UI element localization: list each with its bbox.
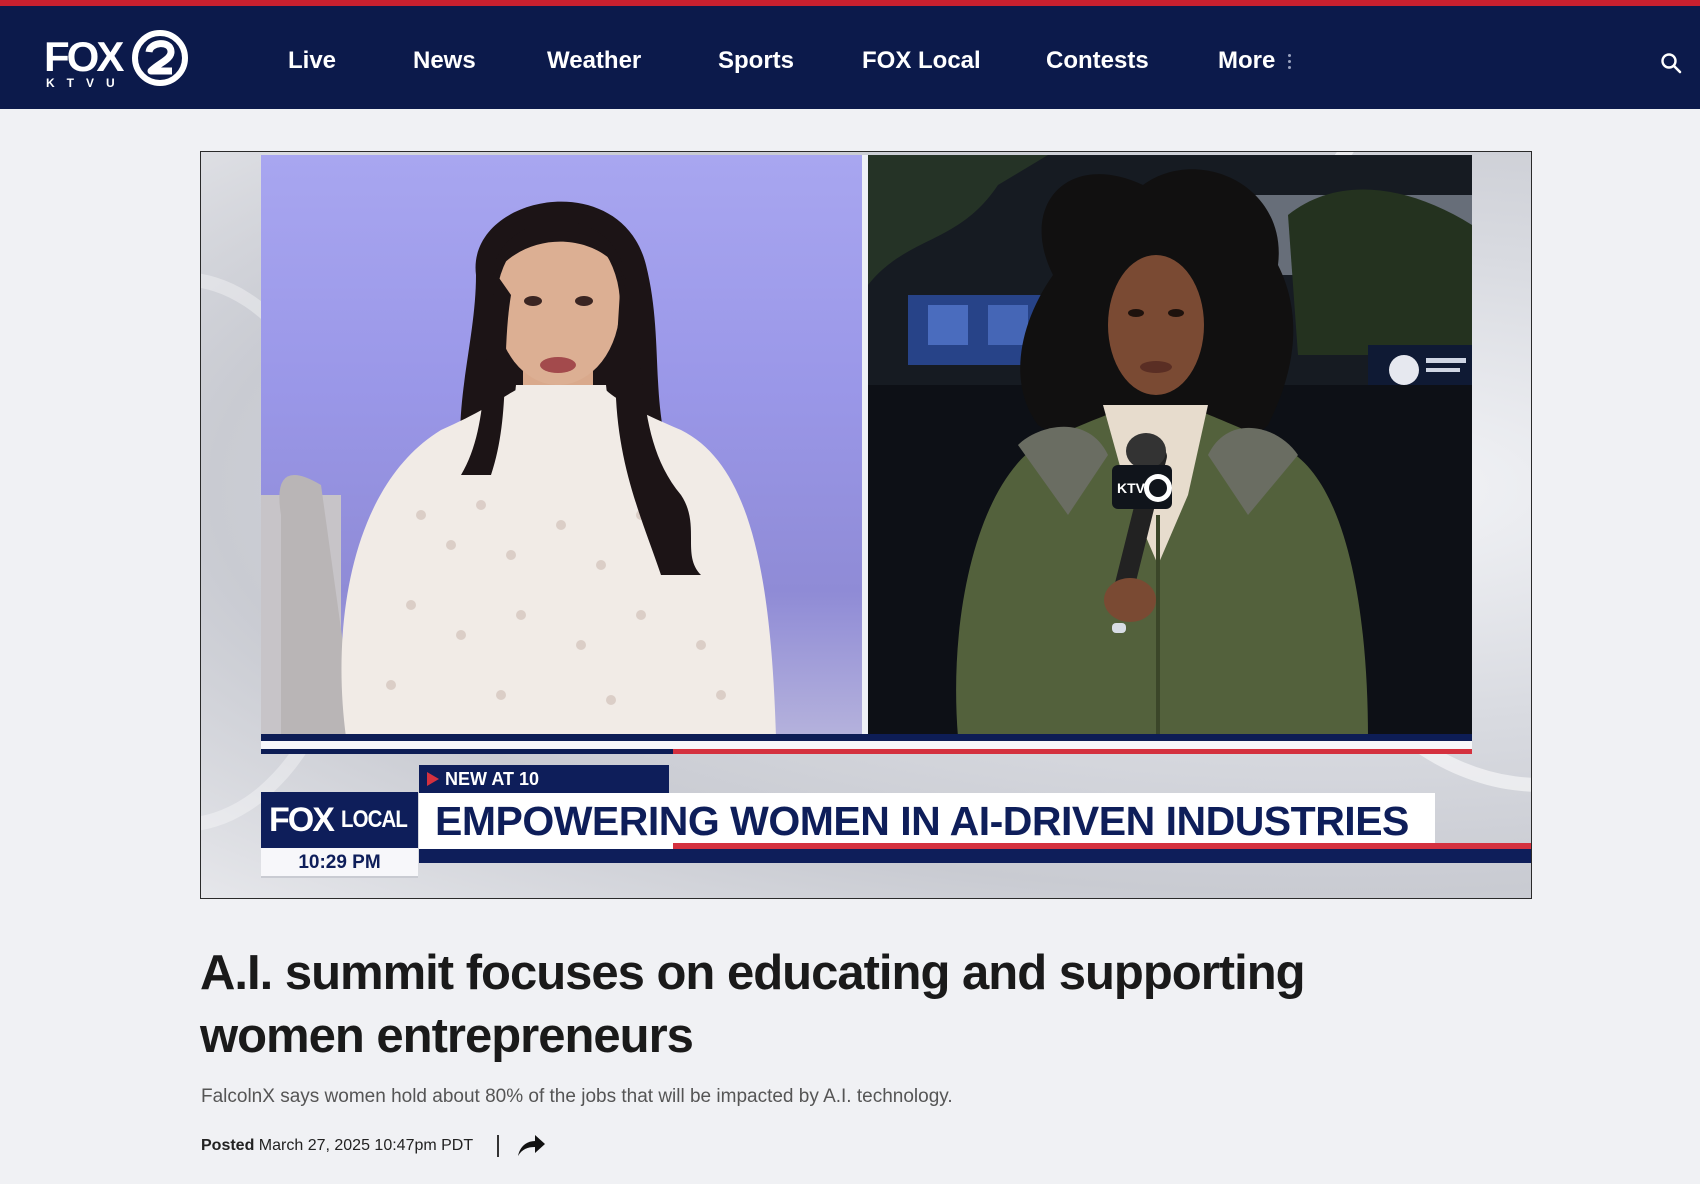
nav-more[interactable]: More (1218, 46, 1275, 76)
lower-third-headline: EMPOWERING WOMEN IN AI-DRIVEN INDUSTRIES (419, 793, 1435, 849)
lower-third-navy-stripe (261, 749, 673, 754)
video-reporter-panel: KTVU (868, 155, 1472, 737)
new-at-10-tag: NEW AT 10 (419, 765, 669, 793)
lower-third-top-stripe (261, 734, 1472, 741)
broadcast-time: 10:29 PM (261, 848, 418, 878)
nav-sports[interactable]: Sports (718, 46, 794, 76)
nav-live[interactable]: Live (288, 46, 336, 76)
logo-ktvu-text: KTVU (46, 76, 127, 90)
site-header: FOX KTVU Live News Weather Sports FOX Lo… (0, 6, 1700, 109)
anchor-figure (261, 201, 776, 737)
posted-separator (497, 1135, 499, 1157)
share-arrow-icon[interactable] (516, 1132, 546, 1158)
posted-date: March 27, 2025 10:47pm PDT (258, 1137, 474, 1154)
nav-fox-local[interactable]: FOX Local (862, 46, 981, 76)
nav-weather[interactable]: Weather (547, 46, 641, 76)
lower-third-white-stripe (261, 741, 1472, 749)
video-anchor-panel (261, 155, 862, 737)
nav-news[interactable]: News (413, 46, 476, 76)
logo-number-icon (132, 30, 188, 86)
tag-arrow-icon (427, 772, 439, 786)
posted-timestamp: Posted March 27, 2025 10:47pm PDT (201, 1134, 473, 1158)
nav-contests[interactable]: Contests (1046, 46, 1149, 76)
posted-label: Posted (201, 1137, 255, 1154)
reporter-figure: KTVU (868, 155, 1472, 737)
search-icon[interactable] (1660, 52, 1682, 74)
logo-fox-text: FOX (44, 33, 124, 80)
bug-fox-text: FOX (269, 801, 335, 839)
site-logo[interactable]: FOX KTVU (44, 30, 188, 94)
lower-third-bottom-blue (419, 849, 1531, 863)
fox-local-bug: FOX LOCAL (261, 792, 418, 848)
article-title: A.I. summit focuses on educating and sup… (200, 946, 1306, 1063)
bug-local-text: LOCAL (341, 806, 408, 833)
video-player[interactable]: KTVU NEW AT 10 FOX LOCAL 10:29 PM EMPOWE… (200, 151, 1532, 899)
lower-third-red-stripe (673, 749, 1472, 754)
more-dots-icon (1288, 54, 1292, 74)
article-subtitle: FalcolnX says women hold about 80% of th… (201, 1086, 953, 1107)
